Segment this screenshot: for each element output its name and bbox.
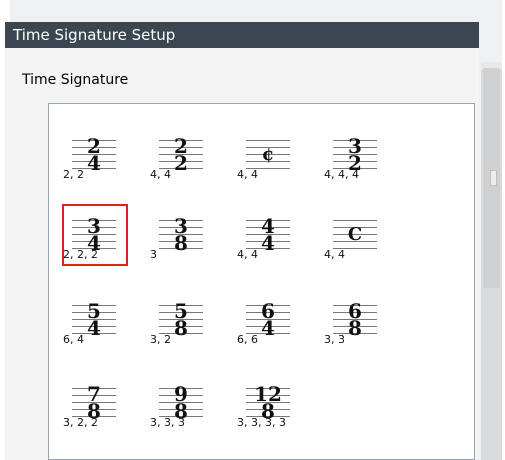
beat-grouping-label: 2, 2: [63, 168, 84, 181]
beat-grouping-label: 6, 6: [237, 333, 258, 346]
beat-grouping-label: 3, 3: [324, 333, 345, 346]
time-signature-option[interactable]: 5 8 3, 2: [146, 289, 226, 365]
time-signature-option[interactable]: 5 4 6, 4: [59, 289, 139, 365]
time-signature-option[interactable]: 2 2 4, 4: [146, 124, 226, 200]
time-signature-option[interactable]: 3 4 2, 2, 2: [59, 204, 139, 280]
beat-grouping-label: 3: [150, 248, 157, 261]
beat-grouping-label: 3, 2: [150, 333, 171, 346]
beat-grouping-label: 3, 2, 2: [63, 416, 98, 429]
time-signature-denominator: 8: [174, 231, 188, 255]
cut-time-symbol: ¢: [261, 144, 275, 165]
time-signature-option[interactable]: 6 8 3, 3: [320, 289, 400, 365]
time-signature-option[interactable]: 4 4 4, 4: [233, 204, 313, 280]
time-signature-option[interactable]: 6 4 6, 6: [233, 289, 313, 365]
time-signature-option[interactable]: 383: [146, 204, 226, 280]
dialog-title-bar: Time Signature Setup: [5, 22, 479, 48]
time-signature-option[interactable]: 7 8 3, 2, 2: [59, 372, 139, 448]
beat-grouping-label: 6, 4: [63, 333, 84, 346]
time-signature-option[interactable]: 9 8 3, 3, 3: [146, 372, 226, 448]
staff-line: [246, 140, 290, 141]
beat-grouping-label: 4, 4: [150, 168, 171, 181]
common-time-symbol: C: [347, 224, 363, 245]
beat-grouping-label: 4, 4: [324, 248, 345, 261]
beat-grouping-label: 4, 4, 4: [324, 168, 359, 181]
time-signature-option[interactable]: ¢ 4, 4: [233, 124, 313, 200]
beat-grouping-label: 3, 3, 3: [150, 416, 185, 429]
scrollbar-grip-icon: [490, 170, 497, 186]
beat-grouping-label: 3, 3, 3, 3: [237, 416, 286, 429]
time-signature-option[interactable]: 12 8 3, 3, 3, 3: [233, 372, 313, 448]
beat-grouping-label: 4, 4: [237, 248, 258, 261]
time-signature-option[interactable]: 3 2 4, 4, 4: [320, 124, 400, 200]
time-signature-option[interactable]: C 4, 4: [320, 204, 400, 280]
time-signature-list[interactable]: 2 4 2, 2 2 2 4, 4 ¢ 4, 4 3 2 4, 4, 4 3 4 2, 2, 238344…: [48, 103, 475, 460]
section-label: Time Signature: [22, 72, 129, 88]
time-signature-option[interactable]: 2 4 2, 2: [59, 124, 139, 200]
beat-grouping-label: 4, 4: [237, 168, 258, 181]
staff-line: [333, 220, 377, 221]
beat-grouping-label: 2, 2, 2: [63, 248, 98, 261]
staff-icon: 38: [159, 216, 203, 258]
